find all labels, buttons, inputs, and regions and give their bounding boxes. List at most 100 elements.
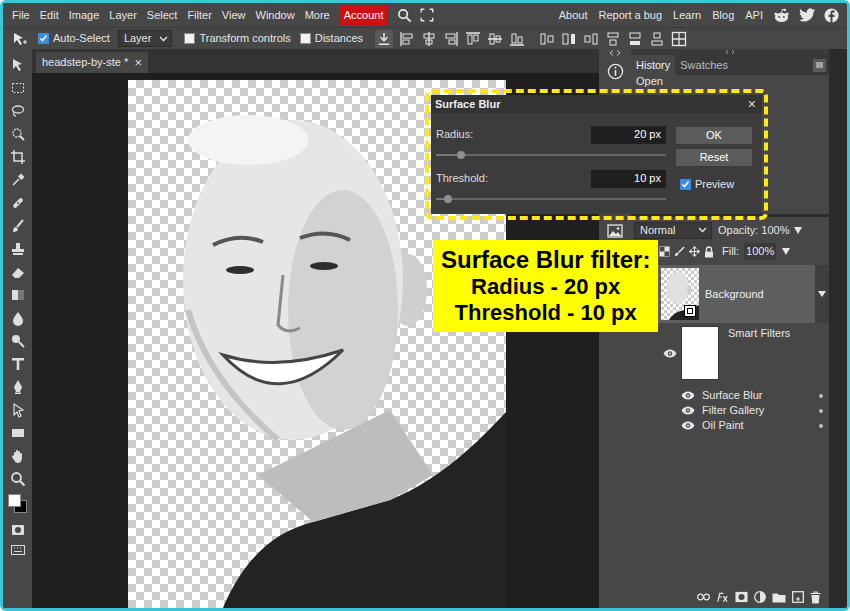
- distribute-left-icon[interactable]: [539, 31, 555, 47]
- menu-item[interactable]: Image: [69, 7, 100, 24]
- color-swatches[interactable]: [7, 493, 29, 515]
- lock-brush-icon[interactable]: [674, 246, 685, 257]
- distances-checkbox[interactable]: Distances: [300, 30, 363, 47]
- eyedropper-icon[interactable]: [7, 168, 29, 191]
- menu-link[interactable]: Report a bug: [598, 7, 662, 24]
- new-layer-icon[interactable]: [792, 591, 804, 603]
- filter-mask-thumbnail[interactable]: [681, 326, 719, 380]
- eye-icon[interactable]: [681, 391, 695, 400]
- type-tool-icon[interactable]: [7, 352, 29, 375]
- quick-mask-icon[interactable]: [10, 522, 26, 538]
- foreground-color-swatch[interactable]: [8, 494, 21, 507]
- eye-icon[interactable]: [681, 421, 695, 430]
- align-center-icon[interactable]: [421, 31, 437, 47]
- move-tool-icon[interactable]: [11, 31, 27, 47]
- hand-icon[interactable]: [7, 444, 29, 467]
- dodge-icon[interactable]: [7, 329, 29, 352]
- menu-item[interactable]: Layer: [109, 7, 137, 24]
- fill-field[interactable]: 100%: [744, 243, 776, 260]
- grid-icon[interactable]: [671, 31, 687, 47]
- auto-select-checkbox[interactable]: Auto-Select: [38, 30, 110, 47]
- menu-item[interactable]: Account: [340, 5, 388, 26]
- eye-icon[interactable]: [663, 349, 677, 358]
- crop-icon[interactable]: [7, 145, 29, 168]
- path-select-icon[interactable]: [7, 398, 29, 421]
- pen-icon[interactable]: [7, 375, 29, 398]
- menu-item[interactable]: File: [12, 7, 30, 24]
- opacity-arrow-icon[interactable]: [794, 227, 802, 234]
- gradient-icon[interactable]: [7, 283, 29, 306]
- shape-icon[interactable]: [7, 421, 29, 444]
- menu-link[interactable]: Blog: [712, 7, 734, 24]
- eye-icon[interactable]: [681, 406, 695, 415]
- smart-filters-row[interactable]: Smart Filters: [631, 323, 829, 383]
- transform-controls-checkbox[interactable]: Transform controls: [184, 30, 290, 47]
- distribute-right-icon[interactable]: [583, 31, 599, 47]
- field-input[interactable]: 20 px: [591, 126, 666, 144]
- transform-controls-box[interactable]: [184, 33, 195, 44]
- mask-icon[interactable]: [735, 591, 748, 603]
- filter-options-dot[interactable]: [819, 409, 823, 413]
- menu-item[interactable]: Select: [147, 7, 178, 24]
- menu-link[interactable]: About: [559, 7, 588, 24]
- screen-mode-icon[interactable]: [10, 542, 26, 558]
- align-top-icon[interactable]: [465, 31, 481, 47]
- smart-filter-row[interactable]: Filter Gallery: [631, 403, 829, 418]
- lasso-icon[interactable]: [7, 99, 29, 122]
- close-tab-button[interactable]: ×: [134, 56, 142, 69]
- info-icon[interactable]: [607, 63, 624, 80]
- menu-item[interactable]: View: [222, 7, 246, 24]
- effects-icon[interactable]: [716, 591, 729, 603]
- smart-filter-row[interactable]: Surface Blur: [631, 388, 829, 403]
- dialog-close-button[interactable]: ×: [748, 97, 756, 111]
- slider-thumb[interactable]: [457, 151, 465, 159]
- marquee-icon[interactable]: [7, 76, 29, 99]
- distribute-center-icon[interactable]: [561, 31, 577, 47]
- distribute-middle-icon[interactable]: [627, 31, 643, 47]
- auto-select-target-dropdown[interactable]: Layer: [118, 30, 173, 47]
- collapse-arrows-icon[interactable]: [609, 50, 621, 56]
- zoom-icon[interactable]: [7, 467, 29, 490]
- align-right-icon[interactable]: [443, 31, 459, 47]
- dialog-title-bar[interactable]: Surface Blur ×: [431, 95, 762, 113]
- distribute-bottom-icon[interactable]: [649, 31, 665, 47]
- smart-filter-row[interactable]: Oil Paint: [631, 418, 829, 433]
- slider-track[interactable]: [436, 154, 666, 156]
- menu-link[interactable]: Learn: [673, 7, 701, 24]
- align-bottom-icon[interactable]: [509, 31, 525, 47]
- trash-icon[interactable]: [810, 591, 821, 604]
- auto-select-box[interactable]: [38, 33, 49, 44]
- blur-icon[interactable]: [7, 306, 29, 329]
- align-left-icon[interactable]: [399, 31, 415, 47]
- menu-link[interactable]: API: [745, 7, 763, 24]
- brush-icon[interactable]: [7, 214, 29, 237]
- expand-arrow-icon[interactable]: [815, 265, 829, 323]
- distribute-top-icon[interactable]: [605, 31, 621, 47]
- adjustment-icon[interactable]: [754, 591, 766, 603]
- document-tab[interactable]: headstep-by-ste * ×: [36, 52, 148, 73]
- lock-transparency-icon[interactable]: [659, 246, 670, 257]
- ok-button[interactable]: OK: [676, 127, 752, 144]
- preview-checkbox[interactable]: Preview: [676, 176, 752, 193]
- move-tool-icon[interactable]: [7, 53, 29, 76]
- menu-item[interactable]: Window: [256, 7, 295, 24]
- quick-selection-icon[interactable]: [7, 122, 29, 145]
- align-middle-icon[interactable]: [487, 31, 503, 47]
- slider-track[interactable]: [436, 198, 666, 200]
- fill-arrow-icon[interactable]: [782, 248, 790, 255]
- folder-icon[interactable]: [772, 592, 786, 603]
- reset-button[interactable]: Reset: [676, 149, 752, 166]
- image-icon[interactable]: [607, 224, 623, 238]
- eraser-icon[interactable]: [7, 260, 29, 283]
- blend-mode-dropdown[interactable]: Normal: [634, 222, 712, 239]
- menu-item[interactable]: Edit: [40, 7, 59, 24]
- search-icon[interactable]: [397, 8, 412, 23]
- lock-position-icon[interactable]: [689, 246, 700, 257]
- link-icon[interactable]: [697, 593, 710, 601]
- slider-thumb[interactable]: [444, 195, 452, 203]
- filter-options-dot[interactable]: [819, 394, 823, 398]
- reddit-icon[interactable]: [773, 8, 790, 23]
- panel-menu-icon[interactable]: [813, 59, 826, 72]
- menu-item[interactable]: More: [305, 7, 330, 24]
- menu-item[interactable]: Filter: [187, 7, 211, 24]
